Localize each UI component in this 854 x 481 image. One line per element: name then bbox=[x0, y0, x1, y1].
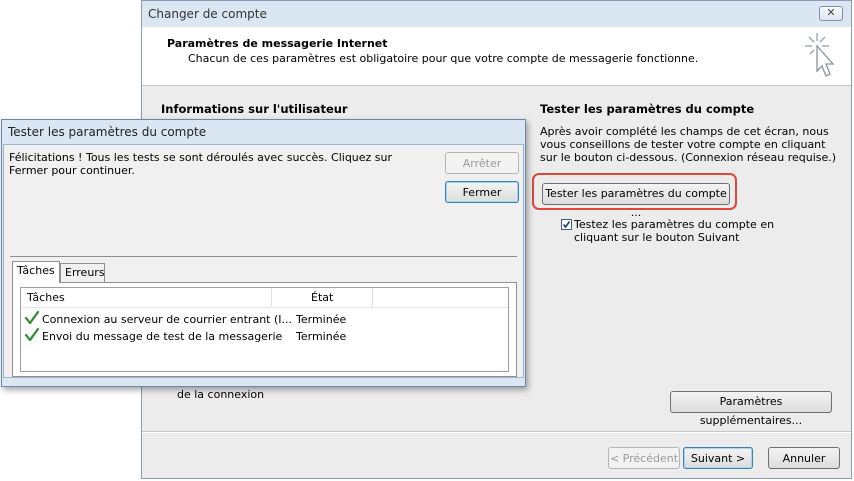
test-dialog-title: Tester les paramètres du compte bbox=[8, 125, 207, 139]
previous-button[interactable]: < Précédent bbox=[608, 447, 680, 469]
test-dialog-body: Félicitations ! Tous les tests se sont d… bbox=[3, 144, 524, 378]
tasks-panel: Tâches État Connexion au serveur de cour… bbox=[12, 282, 517, 377]
connection-label: de la connexion bbox=[177, 388, 265, 401]
close-button[interactable]: ✕ bbox=[819, 6, 843, 21]
close-dialog-button[interactable]: Fermer bbox=[445, 181, 519, 203]
task-state: Terminée bbox=[296, 330, 347, 343]
test-section-title: Tester les paramètres du compte bbox=[540, 102, 755, 116]
success-message: Félicitations ! Tous les tests se sont d… bbox=[9, 151, 393, 177]
wizard-cursor-icon bbox=[805, 33, 835, 77]
task-name: Connexion au serveur de courrier entrant… bbox=[42, 313, 293, 326]
checkmark-icon bbox=[24, 310, 40, 325]
tab-errors[interactable]: Erreurs bbox=[60, 263, 105, 283]
title-bar: Changer de compte ✕ bbox=[142, 1, 851, 28]
header-panel: Paramètres de messagerie Internet Chacun… bbox=[142, 27, 851, 86]
tasks-list: Tâches État Connexion au serveur de cour… bbox=[20, 287, 509, 372]
more-settings-button[interactable]: Paramètres supplémentaires... bbox=[670, 391, 832, 427]
test-settings-dialog: Tester les paramètres du compte Félicita… bbox=[1, 119, 526, 387]
test-on-next-checkbox[interactable] bbox=[561, 219, 572, 230]
tab-tasks[interactable]: Tâches bbox=[12, 261, 60, 283]
window-title: Changer de compte bbox=[148, 7, 267, 21]
stop-button[interactable]: Arrêter bbox=[445, 152, 519, 174]
column-divider bbox=[372, 288, 373, 307]
checkmark-icon bbox=[24, 327, 40, 342]
column-divider bbox=[271, 288, 272, 307]
footer-separator bbox=[142, 431, 851, 433]
user-info-title: Informations sur l'utilisateur bbox=[161, 102, 348, 116]
task-name: Envoi du message de test de la messageri… bbox=[42, 330, 283, 343]
header-subtitle: Chacun de ces paramètres est obligatoire… bbox=[188, 52, 699, 65]
tabs-divider bbox=[10, 256, 517, 257]
column-header-tasks[interactable]: Tâches bbox=[27, 291, 65, 304]
list-header: Tâches État bbox=[21, 288, 508, 308]
list-item[interactable]: Envoi du message de test de la messageri… bbox=[21, 327, 508, 345]
checkbox-check-icon bbox=[562, 221, 571, 229]
cancel-button[interactable]: Annuler bbox=[768, 447, 840, 469]
list-item[interactable]: Connexion au serveur de courrier entrant… bbox=[21, 310, 508, 328]
task-state: Terminée bbox=[296, 313, 347, 326]
close-icon: ✕ bbox=[826, 6, 836, 19]
header-title: Paramètres de messagerie Internet bbox=[167, 37, 388, 50]
column-header-state[interactable]: État bbox=[311, 291, 333, 304]
test-on-next-label: Testez les paramètres du compte en cliqu… bbox=[574, 218, 775, 244]
highlight-annotation bbox=[532, 173, 737, 210]
test-section-description: Après avoir complété les champs de cet é… bbox=[540, 125, 837, 164]
next-button[interactable]: Suivant > bbox=[683, 447, 753, 469]
